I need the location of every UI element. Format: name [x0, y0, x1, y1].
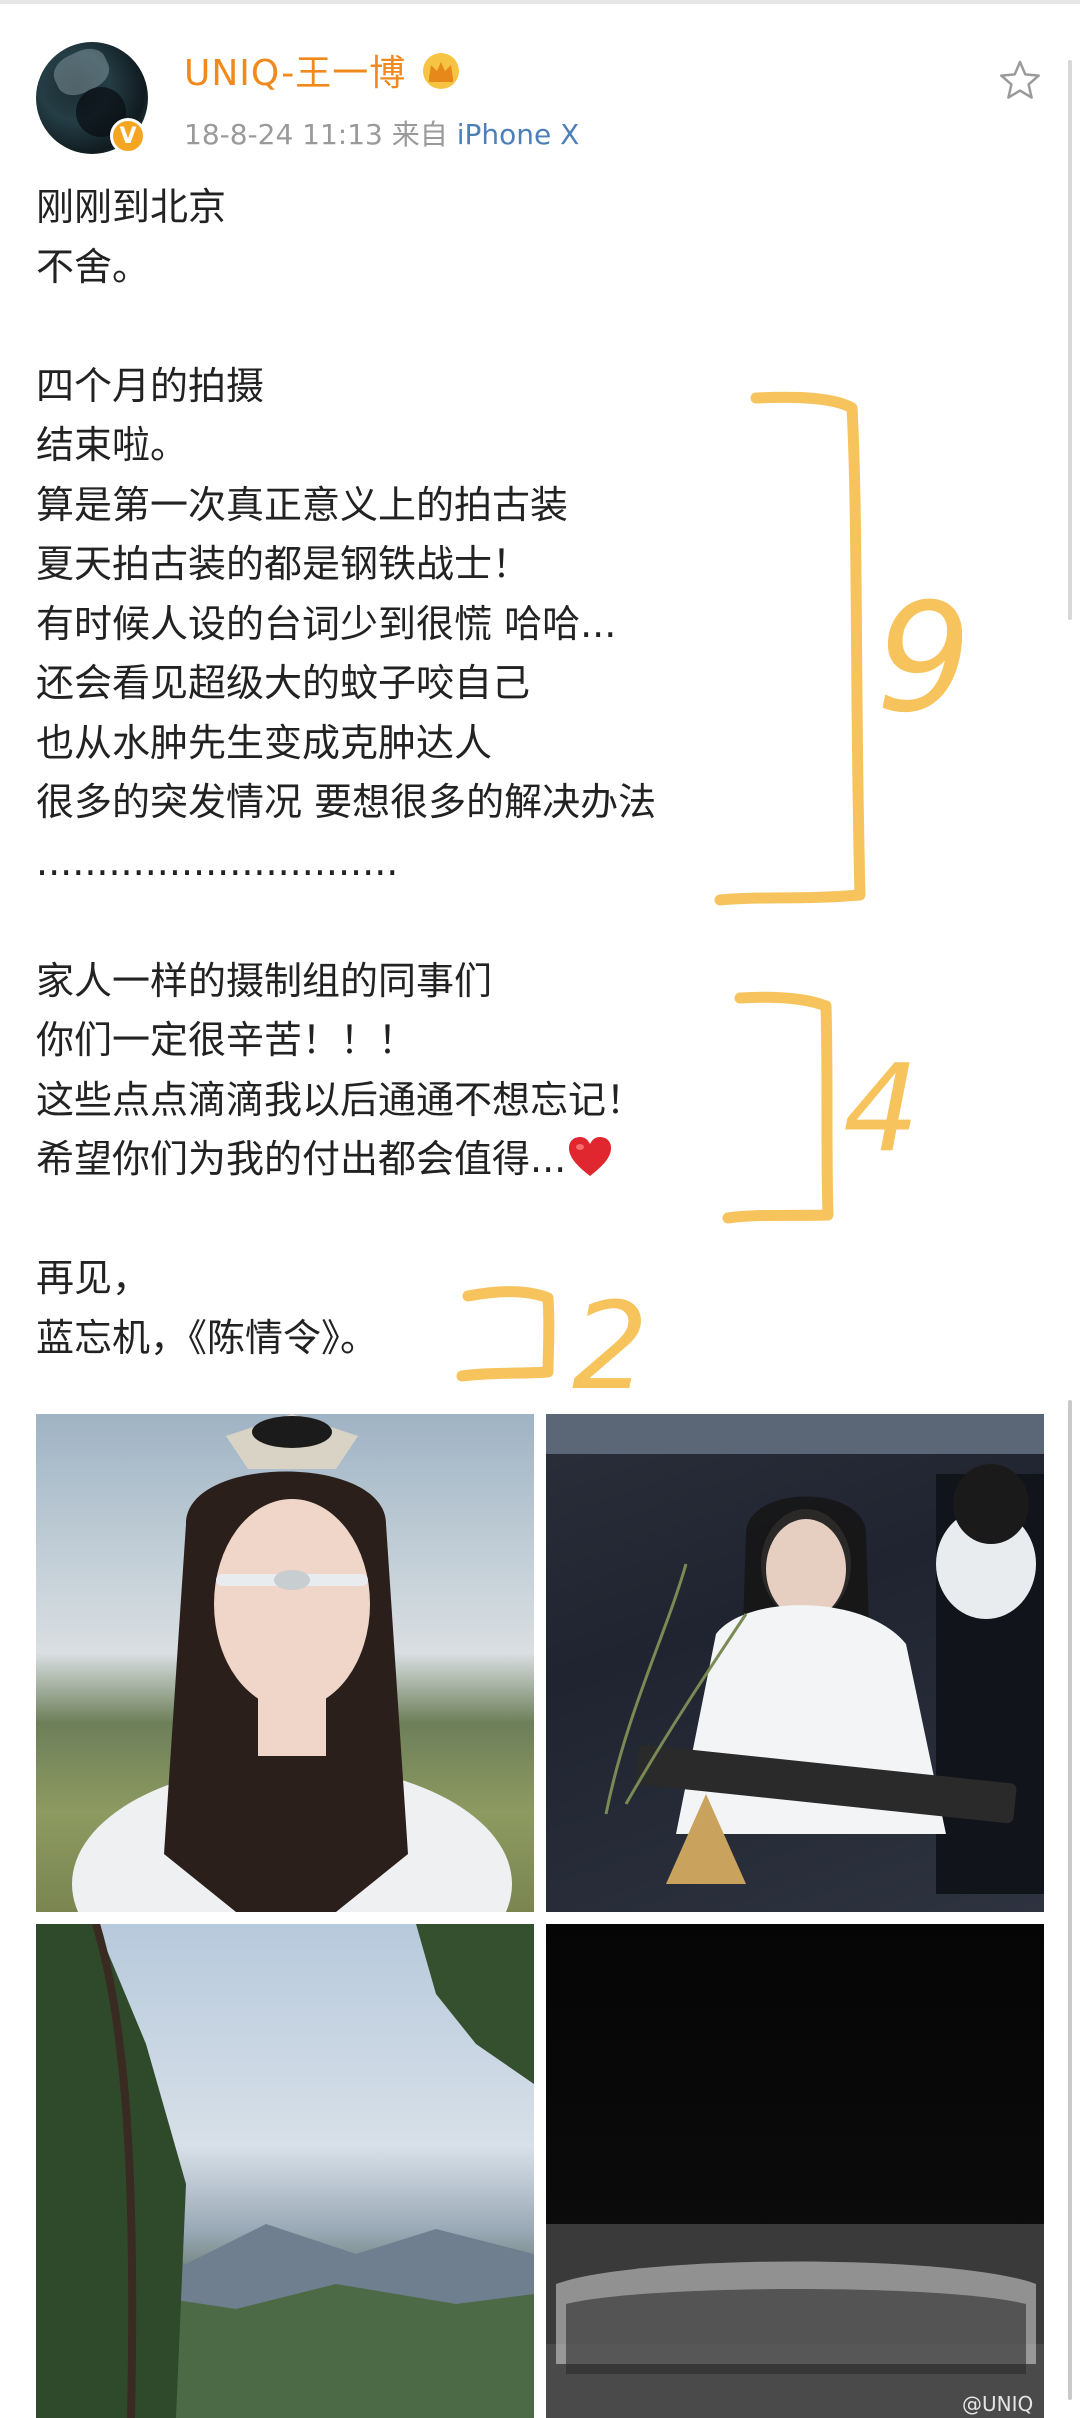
post-line: 很多的突发情况 要想很多的解决办法 [36, 780, 657, 824]
weibo-watermark: @UNIQ [962, 2392, 1034, 2416]
post-line: 刚刚到北京 [36, 185, 227, 229]
scrollbar[interactable] [1068, 1400, 1072, 2400]
post-line: .............................. [36, 839, 399, 884]
post-line: 还会看见超级大的蚊子咬自己 [36, 661, 531, 705]
top-divider [0, 0, 1080, 4]
post-line: 夏天拍古装的都是钢铁战士！ [36, 542, 531, 586]
star-icon[interactable] [998, 58, 1042, 102]
post-line: 你们一定很辛苦！！！ [36, 1018, 417, 1062]
crown-icon [423, 53, 459, 89]
post-line: 结束啦。 [36, 423, 189, 467]
post-line: 这些点点滴滴我以后通通不想忘记！ [36, 1077, 645, 1122]
post-line-with-heart: 希望你们为我的付出都会值得... [36, 1130, 1016, 1190]
scrollbar-top[interactable] [1068, 60, 1072, 620]
red-heart-icon [569, 1137, 612, 1176]
post-line-blank [36, 1190, 1016, 1250]
verified-badge-icon: V [110, 118, 146, 154]
post-line: 算是第一次真正意义上的拍古装 [36, 482, 569, 527]
photo-selfie-in-costume[interactable] [36, 1414, 534, 1912]
photo-mountain-landscape[interactable] [36, 1924, 534, 2418]
post-line-blank [36, 297, 1016, 357]
post-meta: 18-8-24 11:13 来自 iPhone X [184, 113, 579, 153]
post-line: 也从水肿先生变成克肿达人 [36, 720, 493, 765]
username[interactable]: UNIQ-王一博 [184, 44, 406, 96]
post-line: 四个月的拍摄 [36, 363, 265, 408]
post-line: 希望你们为我的付出都会值得... [36, 1137, 567, 1181]
post-line-blank [36, 892, 1016, 952]
photo-crew-group-photo[interactable] [546, 1924, 1044, 2418]
post-body: 刚刚到北京 不舍。 四个月的拍摄 结束啦。 算是第一次真正意义上的拍古装 夏天拍… [36, 178, 1016, 1368]
post-line: 不舍。 [36, 244, 151, 289]
photo-playing-guqin-scene[interactable] [546, 1414, 1044, 1912]
post-line: 有时候人设的台词少到很慌 哈哈... [36, 601, 617, 646]
post-line: 再见， [36, 1256, 151, 1300]
post-line: 家人一样的摄制组的同事们 [36, 958, 493, 1003]
device-link[interactable]: iPhone X [457, 118, 580, 151]
post-line: 蓝忘机，《陈情令》。 [36, 1315, 379, 1360]
source-prefix: 来自 [391, 118, 448, 151]
post-timestamp: 18-8-24 11:13 [184, 118, 383, 151]
